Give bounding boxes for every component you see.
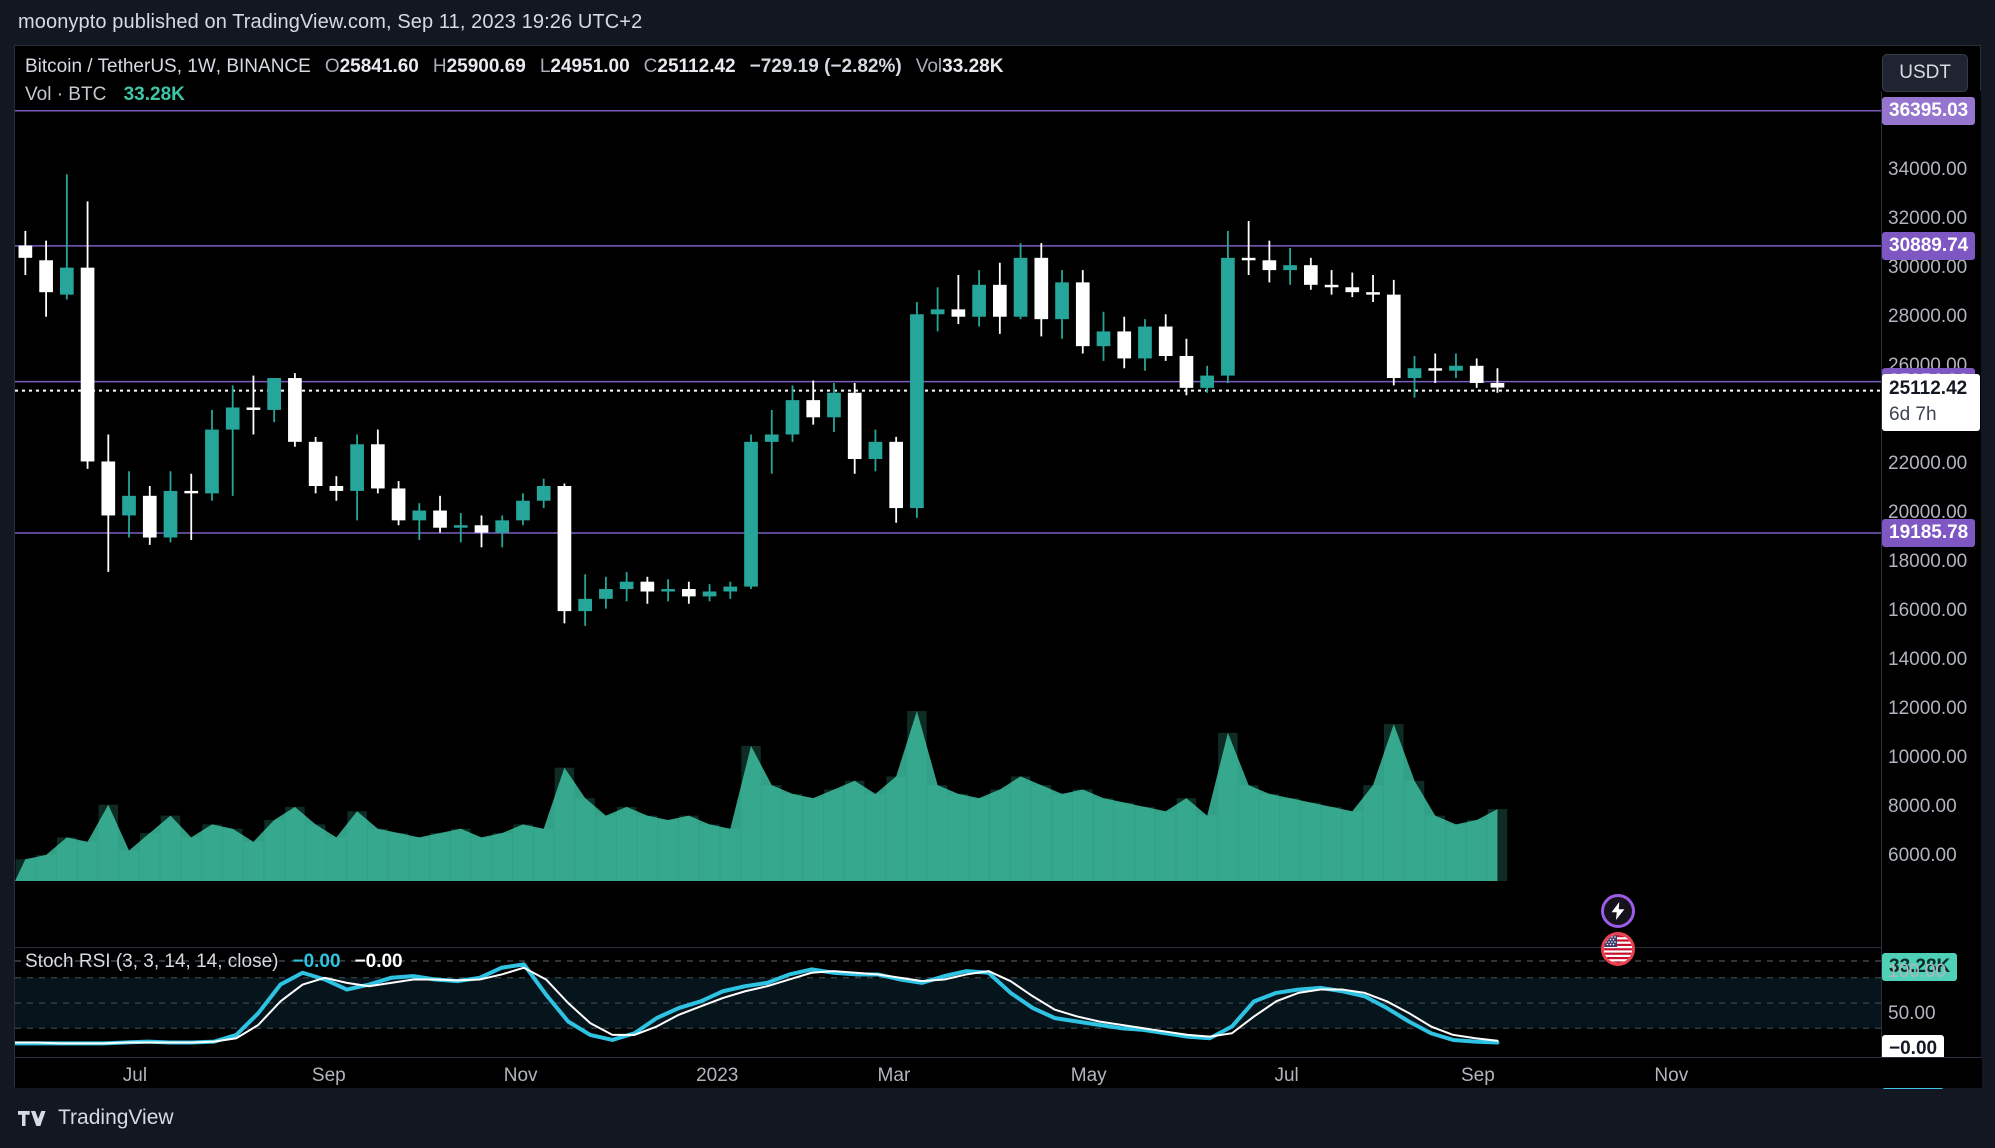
- time-tick-label: Mar: [877, 1065, 911, 1086]
- legend-close-value: 25112.42: [657, 56, 736, 77]
- publisher-text: moonypto published on TradingView.com, S…: [18, 11, 643, 33]
- time-tick-label: Nov: [1654, 1065, 1689, 1086]
- time-tick-label: Sep: [1460, 1065, 1495, 1086]
- time-axis[interactable]: Jul Sep Nov 2023 Mar May Jul Sep Nov: [15, 1057, 1982, 1088]
- legend-interval[interactable]: 1W: [187, 54, 216, 80]
- price-tick-label: 30000.00: [1888, 256, 1968, 278]
- time-tick-label: Nov: [503, 1065, 538, 1086]
- last-price-value: 25112.42: [1889, 377, 1968, 399]
- price-tick-label: 10000.00: [1888, 747, 1968, 769]
- legend-vol-value: 33.28K: [942, 56, 1004, 77]
- price-tick-label: 12000.00: [1888, 698, 1968, 720]
- price-tick-label: 6000.00: [1888, 845, 1957, 867]
- legend-change: −729.19 (−2.82%): [749, 56, 902, 77]
- bolt-glyph: [1611, 902, 1625, 920]
- stoch-title[interactable]: Stoch RSI (3, 3, 14, 14, close): [25, 951, 278, 973]
- us-flag-icon[interactable]: [1601, 932, 1635, 966]
- legend-high-key: H: [432, 56, 447, 77]
- price-pane[interactable]: [15, 91, 1881, 946]
- tradingview-logo-icon: [18, 1110, 46, 1126]
- legend-low-value: 24951.00: [550, 56, 630, 77]
- stoch-legend: Stoch RSI (3, 3, 14, 14, close) −0.00 −0…: [25, 951, 403, 973]
- time-tick-label: Sep: [311, 1065, 346, 1086]
- stoch-tick-label: 50.00: [1888, 1003, 1936, 1024]
- price-tick-label: 8000.00: [1888, 796, 1957, 818]
- resistance-pill[interactable]: 30889.74: [1882, 231, 1976, 260]
- legend-symbol[interactable]: Bitcoin / TetherUS: [25, 54, 177, 80]
- legend-low-key: L: [539, 56, 551, 77]
- lightning-bolt-icon[interactable]: [1601, 894, 1635, 928]
- stoch-d-value: −0.00: [354, 951, 403, 972]
- legend-vol-key: Vol: [915, 56, 943, 77]
- price-tick-label: 14000.00: [1888, 649, 1968, 671]
- resistance-upper-pill[interactable]: 36395.03: [1882, 96, 1976, 125]
- price-tick-label: 32000.00: [1888, 207, 1968, 229]
- countdown-value: 6d 7h: [1889, 403, 1937, 425]
- footer-brand: TradingView: [58, 1106, 174, 1129]
- price-candles-svg: [15, 109, 1881, 881]
- legend-close-key: C: [643, 56, 658, 77]
- price-axis[interactable]: 36000.0034000.0032000.0030000.0028000.00…: [1881, 91, 1981, 1089]
- stoch-k-value: −0.00: [292, 951, 341, 972]
- price-tick-label: 16000.00: [1888, 600, 1968, 622]
- legend-exchange: BINANCE: [226, 56, 311, 77]
- legend-high-value: 25900.69: [446, 56, 526, 77]
- legend-open-key: O: [324, 56, 340, 77]
- stoch-tick-label: 100.00: [1888, 961, 1947, 982]
- time-tick-label: Jul: [122, 1065, 148, 1086]
- footer: TradingView: [0, 1088, 1995, 1148]
- support-pill[interactable]: 19185.78: [1882, 518, 1976, 547]
- price-tick-label: 28000.00: [1888, 305, 1968, 327]
- price-tick-label: 18000.00: [1888, 551, 1968, 573]
- last-price-pill[interactable]: 25112.42 6d 7h: [1882, 373, 1980, 431]
- time-tick-label: 2023: [696, 1065, 739, 1086]
- chart-frame: Bitcoin / TetherUS, 1W, BINANCE O 25841.6…: [14, 45, 1982, 1089]
- legend-symbol-row: Bitcoin / TetherUS, 1W, BINANCE O 25841.6…: [25, 54, 1003, 80]
- tradingview-chart-screenshot: moonypto published on TradingView.com, S…: [0, 0, 1995, 1148]
- publisher-strip: moonypto published on TradingView.com, S…: [0, 0, 1995, 45]
- price-tick-label: 34000.00: [1888, 158, 1968, 180]
- quote-currency-pill[interactable]: USDT: [1882, 54, 1968, 92]
- legend-open-value: 25841.60: [339, 56, 419, 77]
- flag-glyph: [1604, 935, 1632, 963]
- time-tick-label: Jul: [1274, 1065, 1299, 1086]
- price-tick-label: 22000.00: [1888, 452, 1968, 474]
- time-tick-label: May: [1070, 1065, 1107, 1086]
